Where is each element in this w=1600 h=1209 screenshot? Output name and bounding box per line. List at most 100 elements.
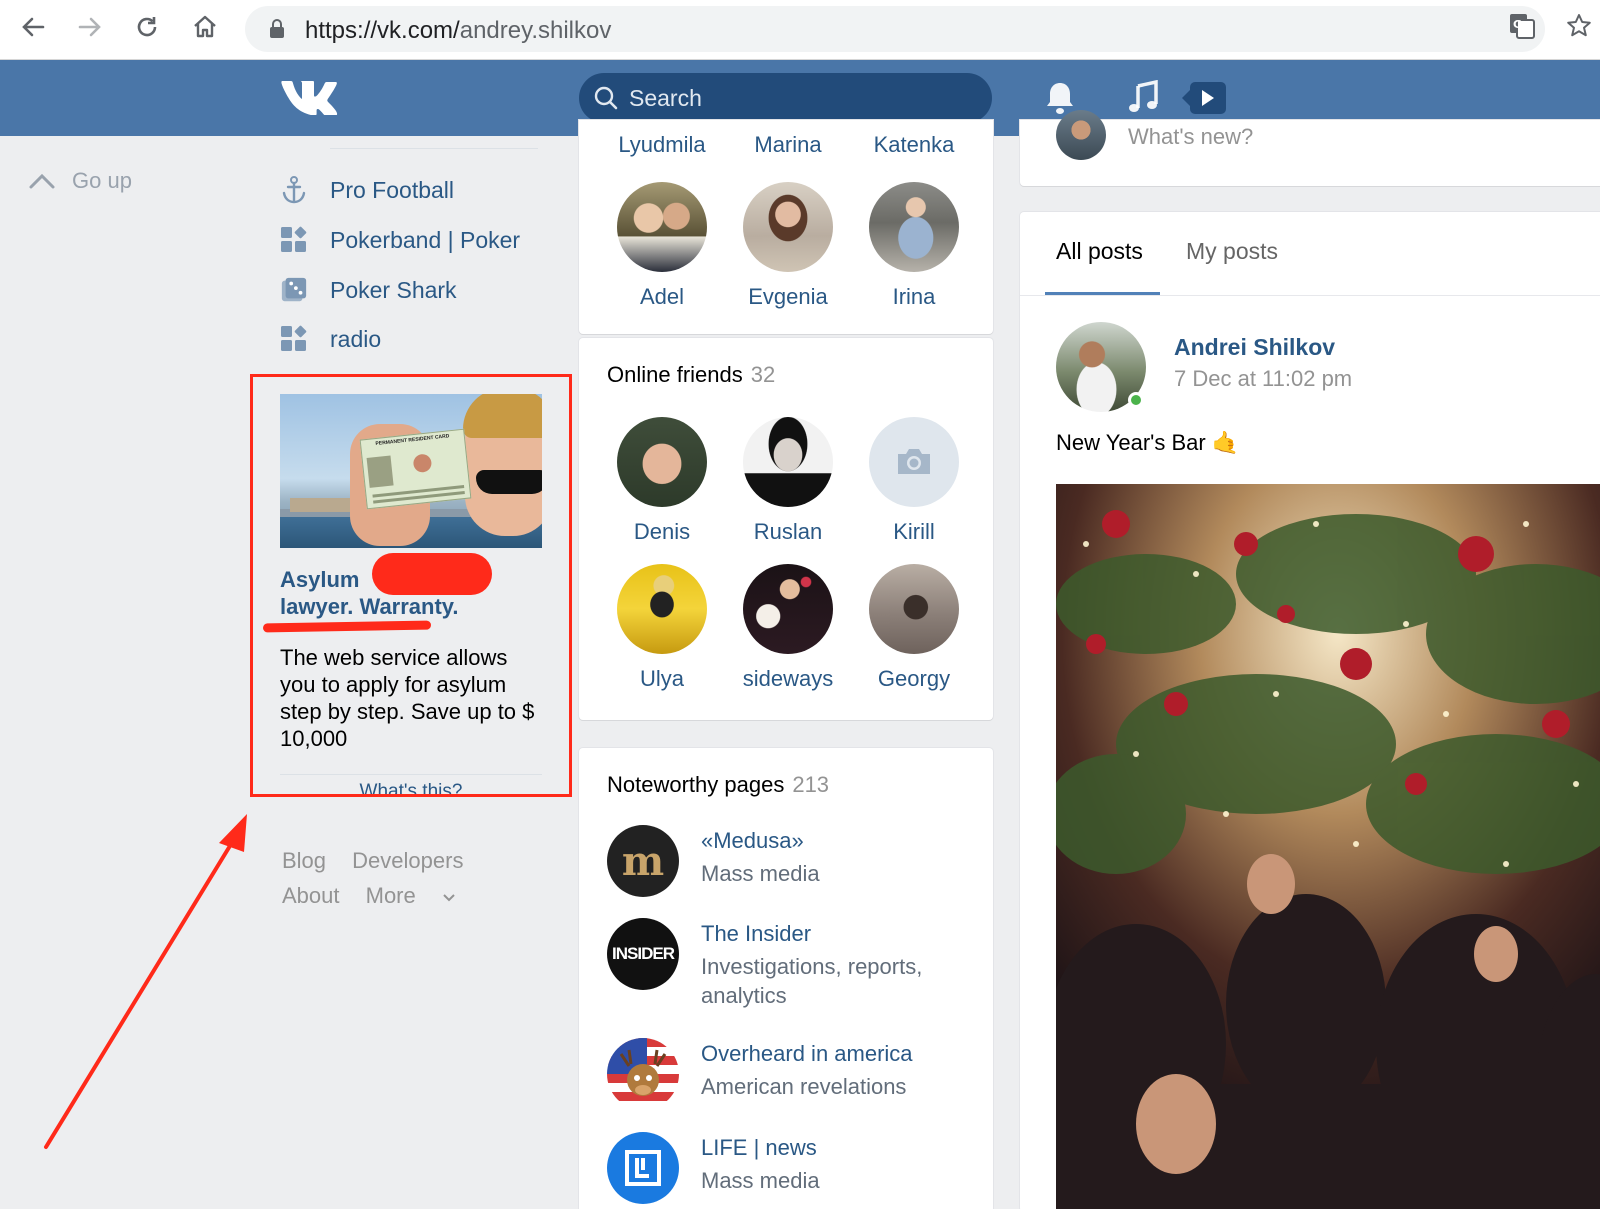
- footer-developers-link[interactable]: Developers: [352, 848, 463, 873]
- post-author-link[interactable]: Andrei Shilkov: [1174, 334, 1335, 361]
- page-name[interactable]: «Medusa»: [701, 825, 820, 857]
- online-friend-denis[interactable]: Denis: [599, 417, 725, 545]
- video-play-icon[interactable]: [1180, 80, 1228, 121]
- menu-item-label: Pro Football: [330, 176, 455, 203]
- online-friend-kirill[interactable]: Kirill: [851, 417, 977, 545]
- post-photo[interactable]: [1056, 484, 1600, 1209]
- tab-my-posts[interactable]: My posts: [1186, 238, 1278, 265]
- friend-evgenia[interactable]: Evgenia: [725, 182, 851, 310]
- friend-adel[interactable]: Adel: [599, 182, 725, 310]
- friend-name: Lyudmila: [618, 132, 706, 157]
- footer-more-label: More: [365, 883, 416, 908]
- search-input[interactable]: Search: [579, 73, 992, 123]
- url-text: https://vk.com/andrey.shilkov: [305, 17, 611, 45]
- online-friend-ruslan[interactable]: Ruslan: [725, 417, 851, 545]
- noteworthy-pages-card: Noteworthy pages 213 m «Medusa» Mass medi…: [579, 748, 993, 1209]
- apps-icon: [280, 325, 308, 353]
- page-description-cont: analytics: [701, 983, 787, 1008]
- chevron-down-icon: [443, 894, 455, 902]
- avatar: [743, 182, 833, 272]
- forward-icon[interactable]: [73, 10, 107, 44]
- avatar: [869, 564, 959, 654]
- menu-item-poker-shark[interactable]: Poker Shark: [280, 270, 457, 310]
- online-friends-label: Online friends: [607, 362, 743, 387]
- browser-toolbar: https://vk.com/andrey.shilkov G: [0, 0, 1600, 60]
- friend-name: Katenka: [873, 132, 955, 157]
- friend-name: Marina: [754, 132, 822, 157]
- insider-logo-icon: INSIDER: [607, 918, 679, 990]
- friend-name: sideways: [742, 666, 834, 691]
- ad-whats-this-link[interactable]: What's this?: [280, 781, 542, 803]
- url-host: https://vk.com/: [305, 17, 460, 44]
- menu-item-pokerband[interactable]: Pokerband | Poker: [280, 220, 520, 260]
- noteworthy-item-the-insider[interactable]: INSIDER The Insider Investigations, repo…: [607, 918, 922, 1010]
- friend-katenka[interactable]: Katenka: [851, 132, 977, 158]
- go-up-label: Go up: [72, 168, 132, 193]
- game-icon: [280, 276, 308, 304]
- friend-irina[interactable]: Irina: [851, 182, 977, 310]
- post-text: New Year's Bar 🤙: [1056, 430, 1240, 455]
- noteworthy-count: 213: [792, 772, 830, 797]
- friend-name: Evgenia: [748, 284, 828, 309]
- footer-more-link[interactable]: More: [366, 883, 456, 908]
- noteworthy-item-overheard[interactable]: Overheard in america American revelation…: [607, 1038, 913, 1110]
- tabs-divider: [1020, 295, 1600, 296]
- post-date[interactable]: 7 Dec at 11:02 pm: [1174, 366, 1352, 392]
- noteworthy-item-life-news[interactable]: LIFE | news Mass media: [607, 1132, 820, 1204]
- translate-icon[interactable]: G: [1508, 12, 1536, 45]
- back-icon[interactable]: [16, 10, 50, 44]
- online-friend-sideways[interactable]: sideways: [725, 564, 851, 692]
- menu-item-pro-football[interactable]: Pro Football: [280, 170, 454, 210]
- footer-about-link[interactable]: About: [282, 883, 340, 908]
- footer-blog-link[interactable]: Blog: [282, 848, 326, 873]
- online-friends-title[interactable]: Online friends 32: [607, 362, 775, 388]
- bookmark-star-icon[interactable]: [1565, 12, 1593, 45]
- noteworthy-pages-title[interactable]: Noteworthy pages 213: [607, 772, 829, 798]
- my-avatar-small: [1056, 110, 1106, 160]
- medusa-logo-icon: m: [607, 825, 679, 897]
- search-placeholder: Search: [629, 85, 702, 111]
- page-name[interactable]: The Insider: [701, 918, 922, 950]
- reload-icon[interactable]: [130, 10, 164, 44]
- menu-item-radio[interactable]: radio: [280, 319, 381, 359]
- whats-new-card[interactable]: What's new?: [1020, 110, 1600, 186]
- tab-all-posts[interactable]: All posts: [1056, 238, 1143, 265]
- menu-item-label: Pokerband | Poker: [330, 226, 521, 253]
- life-logo-icon: [607, 1132, 679, 1204]
- friend-name: Kirill: [893, 519, 935, 544]
- svg-text:G: G: [1513, 18, 1522, 31]
- avatar: [617, 417, 707, 507]
- wall-posts-card: All posts My posts Andrei Shilkov 7 Dec …: [1020, 212, 1600, 1209]
- online-friend-georgy[interactable]: Georgy: [851, 564, 977, 692]
- ad-image[interactable]: PERMANENT RESIDENT CARD: [280, 394, 542, 548]
- address-bar[interactable]: https://vk.com/andrey.shilkov: [245, 6, 1545, 52]
- home-icon[interactable]: [188, 10, 222, 44]
- page-name[interactable]: LIFE | news: [701, 1132, 820, 1164]
- friend-name: Irina: [892, 284, 936, 309]
- online-friends-count: 32: [750, 362, 776, 387]
- avatar: [743, 417, 833, 507]
- vk-logo-icon[interactable]: [280, 77, 340, 120]
- friend-lyudmila[interactable]: Lyudmila: [599, 132, 725, 158]
- redaction-mark: [372, 553, 492, 595]
- whats-new-input[interactable]: What's new?: [1128, 124, 1253, 150]
- noteworthy-item-medusa[interactable]: m «Medusa» Mass media: [607, 825, 820, 897]
- footer-links: Blog Developers About More: [282, 843, 483, 913]
- avatar: [869, 417, 959, 507]
- medusa-logo-text: m: [621, 837, 665, 885]
- page-name[interactable]: Overheard in america: [701, 1038, 913, 1070]
- online-friend-ulya[interactable]: Ulya: [599, 564, 725, 692]
- online-indicator: [1128, 392, 1144, 408]
- friend-marina[interactable]: Marina: [725, 132, 851, 158]
- ad-block[interactable]: PERMANENT RESIDENT CARD Asylum lawyer. W…: [280, 394, 542, 803]
- anchor-icon: [280, 176, 308, 204]
- url-path: andrey.shilkov: [459, 17, 612, 44]
- noteworthy-label: Noteworthy pages: [607, 772, 785, 797]
- go-up-button[interactable]: Go up: [28, 168, 132, 194]
- music-icon[interactable]: [1126, 79, 1160, 121]
- green-card: PERMANENT RESIDENT CARD: [359, 428, 472, 510]
- search-icon: [594, 86, 618, 110]
- avatar: [869, 182, 959, 272]
- friend-name: Denis: [633, 519, 691, 544]
- menu-item-label: radio: [330, 325, 382, 352]
